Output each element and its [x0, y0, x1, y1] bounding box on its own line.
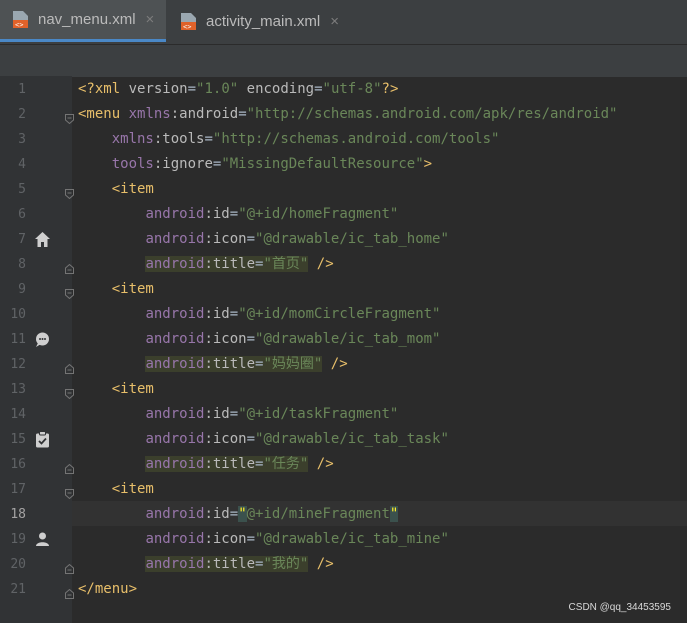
- line-number: 4: [18, 157, 26, 172]
- code-line[interactable]: android:id="@+id/taskFragment": [78, 402, 398, 427]
- line-number: 5: [18, 182, 26, 197]
- close-tab-icon[interactable]: ×: [146, 11, 155, 28]
- gutter-row: 1: [0, 77, 72, 102]
- line-number: 10: [10, 307, 26, 322]
- code-line[interactable]: android:id="@+id/mineFragment": [78, 502, 399, 527]
- line-number: 19: [10, 532, 26, 547]
- line-number: 2: [18, 107, 26, 122]
- tab-label: activity_main.xml: [206, 12, 321, 30]
- gutter-row: 18: [0, 502, 72, 527]
- line-number: 15: [10, 432, 26, 447]
- gutter-row: 10: [0, 302, 72, 327]
- code-line[interactable]: <item: [78, 477, 154, 502]
- gutter-row: 17: [0, 477, 74, 502]
- gutter-row: 14: [0, 402, 72, 427]
- line-number: 17: [10, 482, 26, 497]
- line-number-gutter: 1 2 3 4 5 6 7 8 9 10 11 12 13 14 15 16 17 18 19 20 21: [0, 76, 74, 623]
- gutter-row: 11: [0, 327, 72, 352]
- code-line[interactable]: android:title="任务" />: [78, 452, 334, 477]
- code-line[interactable]: android:icon="@drawable/ic_tab_mine": [78, 527, 448, 552]
- gutter-row: 20: [0, 552, 74, 577]
- code-line[interactable]: android:id="@+id/homeFragment": [78, 202, 398, 227]
- line-number: 14: [10, 407, 26, 422]
- line-number: 11: [10, 332, 26, 347]
- gutter-row: 2: [0, 102, 74, 127]
- editor-tab-bar: <> nav_menu.xml × <> activity_main.xml ×: [0, 0, 687, 44]
- gutter-row: 13: [0, 377, 74, 402]
- line-number: 7: [18, 232, 26, 247]
- gutter-row: 12: [0, 352, 74, 377]
- gutter-row: 7: [0, 227, 72, 252]
- chat-bubble-icon[interactable]: [34, 331, 51, 348]
- line-number: 3: [18, 132, 26, 147]
- watermark: CSDN @qq_34453595: [568, 602, 671, 613]
- code-line[interactable]: </menu>: [78, 577, 137, 602]
- code-line[interactable]: tools:ignore="MissingDefaultResource">: [78, 152, 432, 177]
- xml-file-icon: <>: [180, 12, 197, 31]
- gutter-row: 5: [0, 177, 74, 202]
- line-number: 13: [10, 382, 26, 397]
- close-tab-icon[interactable]: ×: [330, 13, 339, 30]
- line-number: 9: [18, 282, 26, 297]
- code-line[interactable]: <item: [78, 277, 154, 302]
- gutter-row: 16: [0, 452, 74, 477]
- editor-breadcrumb-bar: [0, 44, 687, 77]
- code-line[interactable]: <menu xmlns:android="http://schemas.andr…: [78, 102, 618, 127]
- gutter-row: 6: [0, 202, 72, 227]
- person-icon[interactable]: [34, 531, 51, 548]
- line-number: 20: [10, 557, 26, 572]
- code-line[interactable]: android:icon="@drawable/ic_tab_home": [78, 227, 448, 252]
- gutter-row: 3: [0, 127, 72, 152]
- code-line[interactable]: xmlns:tools="http://schemas.android.com/…: [78, 127, 500, 152]
- code-line[interactable]: android:title="妈妈圈" />: [78, 352, 348, 377]
- line-number: 16: [10, 457, 26, 472]
- line-number: 21: [10, 582, 26, 597]
- line-number: 6: [18, 207, 26, 222]
- code-line[interactable]: android:id="@+id/momCircleFragment": [78, 302, 440, 327]
- home-icon[interactable]: [34, 231, 51, 248]
- code-line[interactable]: android:icon="@drawable/ic_tab_mom": [78, 327, 440, 352]
- line-number: 12: [10, 357, 26, 372]
- clipboard-icon[interactable]: [34, 431, 51, 448]
- code-line[interactable]: android:title="我的" />: [78, 552, 334, 577]
- line-number: 18: [10, 507, 26, 522]
- gutter-row: 19: [0, 527, 72, 552]
- code-line[interactable]: <item: [78, 177, 154, 202]
- svg-text:<>: <>: [183, 23, 191, 31]
- line-number: 8: [18, 257, 26, 272]
- gutter-row: 21: [0, 577, 74, 602]
- code-line[interactable]: android:title="首页" />: [78, 252, 334, 277]
- gutter-row: 15: [0, 427, 72, 452]
- code-editor[interactable]: <?xml version="1.0" encoding="utf-8"?> <m…: [72, 76, 687, 623]
- svg-text:<>: <>: [15, 21, 23, 29]
- code-line[interactable]: <?xml version="1.0" encoding="utf-8"?>: [78, 77, 398, 102]
- gutter-row: 8: [0, 252, 74, 277]
- gutter-row: 9: [0, 277, 74, 302]
- code-line[interactable]: android:icon="@drawable/ic_tab_task": [78, 427, 448, 452]
- gutter-row: 4: [0, 152, 72, 177]
- xml-file-icon: <>: [12, 10, 29, 29]
- tab-nav-menu-xml[interactable]: <> nav_menu.xml ×: [0, 0, 166, 42]
- tab-activity-main-xml[interactable]: <> activity_main.xml ×: [172, 0, 352, 42]
- line-number: 1: [18, 82, 26, 97]
- tab-label: nav_menu.xml: [38, 11, 136, 28]
- code-line[interactable]: <item: [78, 377, 154, 402]
